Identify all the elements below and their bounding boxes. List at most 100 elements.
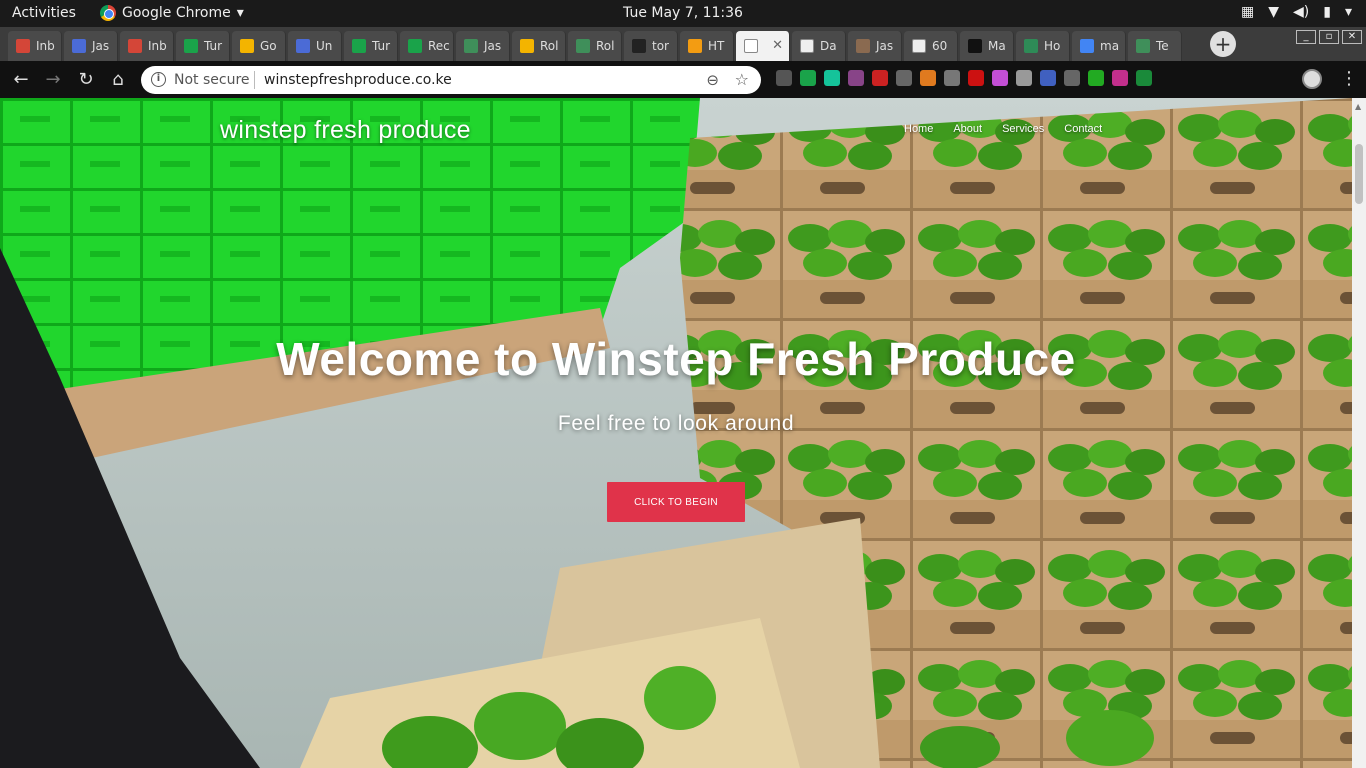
- chrome-icon: [100, 5, 116, 21]
- extension-icon[interactable]: [1112, 70, 1128, 86]
- extension-icon[interactable]: [872, 70, 888, 86]
- extension-icon[interactable]: [776, 70, 792, 86]
- extension-icon[interactable]: [944, 70, 960, 86]
- activities-button[interactable]: Activities: [12, 5, 76, 21]
- new-tab-button[interactable]: +: [1210, 31, 1236, 57]
- browser-tab[interactable]: Rol: [512, 31, 566, 61]
- html-icon: [688, 39, 702, 53]
- extension-icon[interactable]: [1016, 70, 1032, 86]
- browser-tab[interactable]: Rol: [568, 31, 622, 61]
- nav-about[interactable]: About: [953, 123, 982, 135]
- maximize-button[interactable]: ▫: [1319, 30, 1339, 44]
- browser-tab[interactable]: Tur: [344, 31, 398, 61]
- browser-tab[interactable]: Rec: [400, 31, 454, 61]
- url-text[interactable]: winstepfreshproduce.co.ke: [264, 72, 452, 88]
- wifi-icon[interactable]: ▼: [1268, 4, 1279, 20]
- profile-avatar[interactable]: [1302, 69, 1322, 89]
- browser-tab[interactable]: Un: [288, 31, 342, 61]
- extension-icon[interactable]: [848, 70, 864, 86]
- tab-label: Go: [260, 39, 277, 53]
- mendeley-icon: [968, 39, 982, 53]
- forward-button[interactable]: →: [42, 69, 64, 90]
- tab-label: Jas: [484, 39, 502, 53]
- site-nav: Home About Services Contact: [904, 123, 1122, 135]
- extension-icon[interactable]: [920, 70, 936, 86]
- security-label[interactable]: Not secure: [174, 72, 250, 88]
- app-menu[interactable]: Google Chrome ▾: [100, 5, 244, 21]
- tab-label: Un: [316, 39, 333, 53]
- browser-tab[interactable]: ma: [1072, 31, 1126, 61]
- extension-icon[interactable]: [800, 70, 816, 86]
- turnitin-icon: [352, 39, 366, 53]
- workspace-icon[interactable]: ▦: [1241, 4, 1254, 20]
- site-brand[interactable]: winstep fresh produce: [220, 116, 471, 145]
- browser-tab[interactable]: Go: [232, 31, 286, 61]
- browser-tab[interactable]: Tur: [176, 31, 230, 61]
- home-button[interactable]: ⌂: [107, 69, 129, 90]
- extension-icon[interactable]: [992, 70, 1008, 86]
- close-tab-icon[interactable]: ✕: [772, 38, 783, 53]
- turnitin-icon: [408, 39, 422, 53]
- browser-tab[interactable]: Da: [792, 31, 846, 61]
- browser-tab[interactable]: Jas: [456, 31, 510, 61]
- chevron-down-icon: ▾: [236, 5, 244, 21]
- avatar-icon: [856, 39, 870, 53]
- back-button[interactable]: ←: [10, 69, 32, 90]
- slides-icon: [520, 39, 534, 53]
- extension-icon[interactable]: [1040, 70, 1056, 86]
- tab-strip: Inb Jas Inb Tur Go Un Tur Rec Jas Rol Rol tor HT ✕ Da J…: [0, 27, 1366, 61]
- browser-tab[interactable]: HT: [680, 31, 734, 61]
- browser-tab[interactable]: Jas: [64, 31, 118, 61]
- tab-label: HT: [708, 39, 725, 53]
- page-scrollbar[interactable]: ▲: [1352, 98, 1366, 768]
- bookmark-star-icon[interactable]: ☆: [735, 70, 749, 89]
- extension-icon[interactable]: [1064, 70, 1080, 86]
- tab-label: Ma: [988, 39, 1006, 53]
- extension-icon[interactable]: [824, 70, 840, 86]
- browser-tab[interactable]: 60: [904, 31, 958, 61]
- browser-tab[interactable]: Ho: [1016, 31, 1070, 61]
- extension-icon[interactable]: [1088, 70, 1104, 86]
- system-top-bar: Activities Google Chrome ▾ Tue May 7, 11…: [0, 0, 1366, 27]
- tab-label: Jas: [876, 39, 894, 53]
- nav-home[interactable]: Home: [904, 123, 933, 135]
- scroll-up-icon[interactable]: ▲: [1355, 102, 1361, 111]
- battery-icon[interactable]: ▮: [1323, 4, 1331, 20]
- zoom-icon[interactable]: ⊖: [706, 71, 719, 89]
- close-window-button[interactable]: ✕: [1342, 30, 1362, 44]
- drive-icon: [240, 39, 254, 53]
- browser-tab[interactable]: Jas: [848, 31, 902, 61]
- info-icon[interactable]: i: [151, 72, 166, 87]
- volume-icon[interactable]: ◀): [1293, 4, 1309, 20]
- extensions-bar: [776, 70, 1152, 86]
- nav-contact[interactable]: Contact: [1064, 123, 1102, 135]
- browser-tab[interactable]: Inb: [120, 31, 174, 61]
- tab-label: Inb: [36, 39, 55, 53]
- extension-icon[interactable]: [968, 70, 984, 86]
- chrome-menu-icon[interactable]: ⋮: [1340, 68, 1358, 89]
- page-icon: [744, 39, 758, 53]
- extension-icon[interactable]: [1136, 70, 1152, 86]
- tower-icon: [464, 39, 478, 53]
- extension-icon[interactable]: [896, 70, 912, 86]
- reload-button[interactable]: ↻: [75, 69, 97, 90]
- tab-label: Ho: [1044, 39, 1061, 53]
- address-bar[interactable]: i Not secure winstepfreshproduce.co.ke ⊖…: [141, 66, 761, 94]
- tower-icon: [1136, 39, 1150, 53]
- scrollbar-thumb[interactable]: [1355, 144, 1363, 204]
- browser-tab[interactable]: Inb: [8, 31, 62, 61]
- window-controls: _ ▫ ✕: [1296, 30, 1362, 44]
- system-menu-arrow-icon[interactable]: ▾: [1345, 4, 1352, 20]
- hero-subtitle: Feel free to look around: [557, 412, 795, 435]
- minimize-button[interactable]: _: [1296, 30, 1316, 44]
- click-to-begin-button[interactable]: CLICK TO BEGIN: [607, 482, 745, 522]
- nav-services[interactable]: Services: [1002, 123, 1044, 135]
- tab-label: Da: [820, 39, 837, 53]
- browser-tab[interactable]: Te: [1128, 31, 1182, 61]
- tab-label: Te: [1156, 39, 1169, 53]
- browser-tab[interactable]: ✕: [736, 31, 790, 61]
- tab-label: Tur: [204, 39, 223, 53]
- browser-tab[interactable]: tor: [624, 31, 678, 61]
- system-tray[interactable]: ▦ ▼ ◀) ▮ ▾: [1241, 4, 1352, 20]
- browser-tab[interactable]: Ma: [960, 31, 1014, 61]
